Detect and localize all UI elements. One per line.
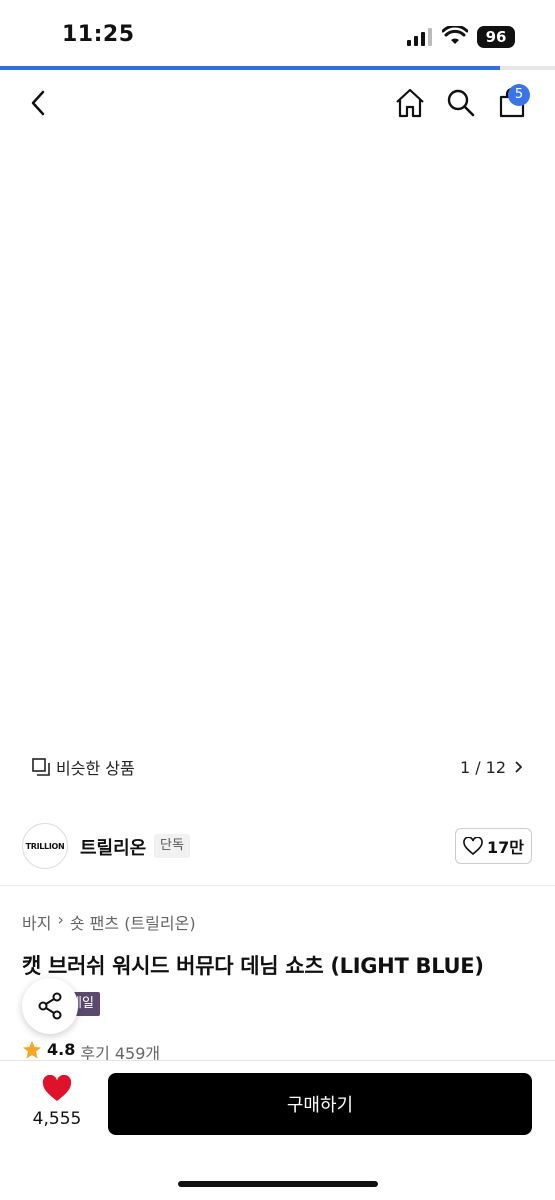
- breadcrumb: 바지 › 숏 팬츠 (트릴리온): [22, 910, 196, 934]
- chevron-right-icon: [515, 761, 523, 773]
- wishlist-button[interactable]: 4,555: [28, 1074, 86, 1129]
- status-time: 11:25: [62, 22, 135, 47]
- product-title: 캣 브러쉬 워시드 버뮤다 데님 쇼츠 (LIGHT BLUE): [22, 954, 484, 978]
- copy-icon: [32, 758, 50, 776]
- status-bar: 11:25 96: [0, 0, 555, 66]
- brand-row: TRILLION 트릴리온 단독 17만: [0, 806, 555, 886]
- image-counter-text: 1 / 12: [459, 757, 507, 777]
- heart-outline-icon: [463, 837, 483, 855]
- review-count: 후기 459개: [80, 1044, 161, 1060]
- share-button[interactable]: [22, 978, 78, 1034]
- heart-filled-icon: [42, 1074, 72, 1101]
- search-button[interactable]: [444, 86, 478, 120]
- chevron-right-icon: ›: [57, 910, 64, 929]
- home-button[interactable]: [393, 86, 427, 120]
- star-icon: [23, 1041, 41, 1059]
- brand-like-button[interactable]: 17만: [455, 828, 532, 864]
- brand-logo[interactable]: TRILLION: [22, 823, 68, 869]
- bottom-action-bar: 4,555 구매하기: [0, 1060, 555, 1200]
- brand-like-count: 17만: [487, 838, 524, 857]
- top-navigation: [0, 70, 555, 138]
- exclusive-badge: 단독: [154, 834, 190, 858]
- cellular-signal-icon: [407, 28, 432, 46]
- back-button[interactable]: [22, 86, 56, 120]
- battery-icon: 96: [477, 26, 515, 48]
- similar-products-label: 비슷한 상품: [56, 759, 135, 778]
- home-icon: [396, 88, 424, 118]
- rating-score: 4.8: [47, 1040, 76, 1059]
- share-icon: [38, 992, 62, 1020]
- wishlist-count: 4,555: [32, 1109, 82, 1129]
- similar-products-button[interactable]: 비슷한 상품: [22, 750, 147, 784]
- buy-button[interactable]: 구매하기: [108, 1073, 532, 1135]
- home-indicator: [178, 1181, 378, 1187]
- search-icon: [447, 89, 475, 117]
- brand-name[interactable]: 트릴리온: [80, 834, 146, 860]
- breadcrumb-item[interactable]: 숏 팬츠 (트릴리온): [70, 910, 196, 934]
- wifi-icon: [442, 26, 468, 44]
- product-image[interactable]: [0, 70, 555, 806]
- image-counter[interactable]: 1 / 12: [450, 750, 532, 784]
- breadcrumb-item[interactable]: 바지: [22, 910, 51, 934]
- chevron-left-icon: [31, 90, 45, 116]
- denim-shorts-image: [64, 210, 488, 740]
- cart-count-badge: 5: [508, 84, 530, 106]
- rating-row[interactable]: 4.8 후기 459개: [22, 1040, 160, 1060]
